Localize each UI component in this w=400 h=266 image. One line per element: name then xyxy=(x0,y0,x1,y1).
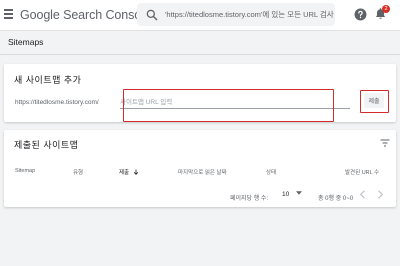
column-header-discovered-urls[interactable]: 발견된 URL 수 xyxy=(345,168,379,176)
column-header-submitted[interactable]: 제출 xyxy=(119,168,139,176)
column-header-sitemap[interactable]: Sitemap xyxy=(15,168,35,174)
search-input[interactable]: 'https://titedlosme.tistory.com'에 있는 모든 … xyxy=(165,9,335,20)
submitted-sitemaps-card: 제출된 사이트맵 Sitemap 유형 제출 마지막으로 읽은 날짜 상태 발견… xyxy=(4,130,396,207)
help-icon[interactable] xyxy=(354,8,367,21)
app-title[interactable]: Google Search Console xyxy=(20,8,151,22)
chevron-right-icon[interactable] xyxy=(376,190,384,199)
column-header-status[interactable]: 상태 xyxy=(266,168,276,176)
search-icon xyxy=(146,9,158,20)
caret-down-icon xyxy=(296,191,303,195)
menu-icon[interactable] xyxy=(4,9,13,21)
filter-icon[interactable] xyxy=(380,139,390,147)
pagination-range: 총 0행 중 0~0 xyxy=(318,196,354,202)
sitemap-url-input[interactable] xyxy=(120,97,350,109)
column-header-submitted-label: 제출 xyxy=(119,170,130,176)
column-header-last-read[interactable]: 마지막으로 읽은 날짜 xyxy=(178,168,227,176)
url-inspection-search[interactable]: 'https://titedlosme.tistory.com'에 있는 모든 … xyxy=(137,3,335,26)
notification-count-badge: 2 xyxy=(382,5,390,13)
notifications-button[interactable]: 2 xyxy=(374,5,390,21)
page-title: Sitemaps xyxy=(8,37,44,47)
divider xyxy=(0,54,400,55)
rows-per-page-label: 페이지당 행 수: xyxy=(230,196,269,202)
submitted-sitemaps-title: 제출된 사이트맵 xyxy=(14,140,79,150)
site-url-prefix: https://titedlosme.tistory.com/ xyxy=(15,99,99,106)
column-header-type[interactable]: 유형 xyxy=(73,168,83,176)
add-sitemap-card: 새 사이트맵 추가 https://titedlosme.tistory.com… xyxy=(4,64,396,122)
chevron-left-icon[interactable] xyxy=(359,190,367,199)
rows-per-page-select[interactable]: 10 xyxy=(282,191,303,198)
sort-arrow-icon xyxy=(133,169,138,175)
top-bar: Google Search Console 'https://titedlosm… xyxy=(0,0,400,31)
rows-per-page-value: 10 xyxy=(282,191,290,198)
submit-button[interactable]: 제출 xyxy=(364,93,384,108)
add-sitemap-title: 새 사이트맵 추가 xyxy=(14,75,82,85)
